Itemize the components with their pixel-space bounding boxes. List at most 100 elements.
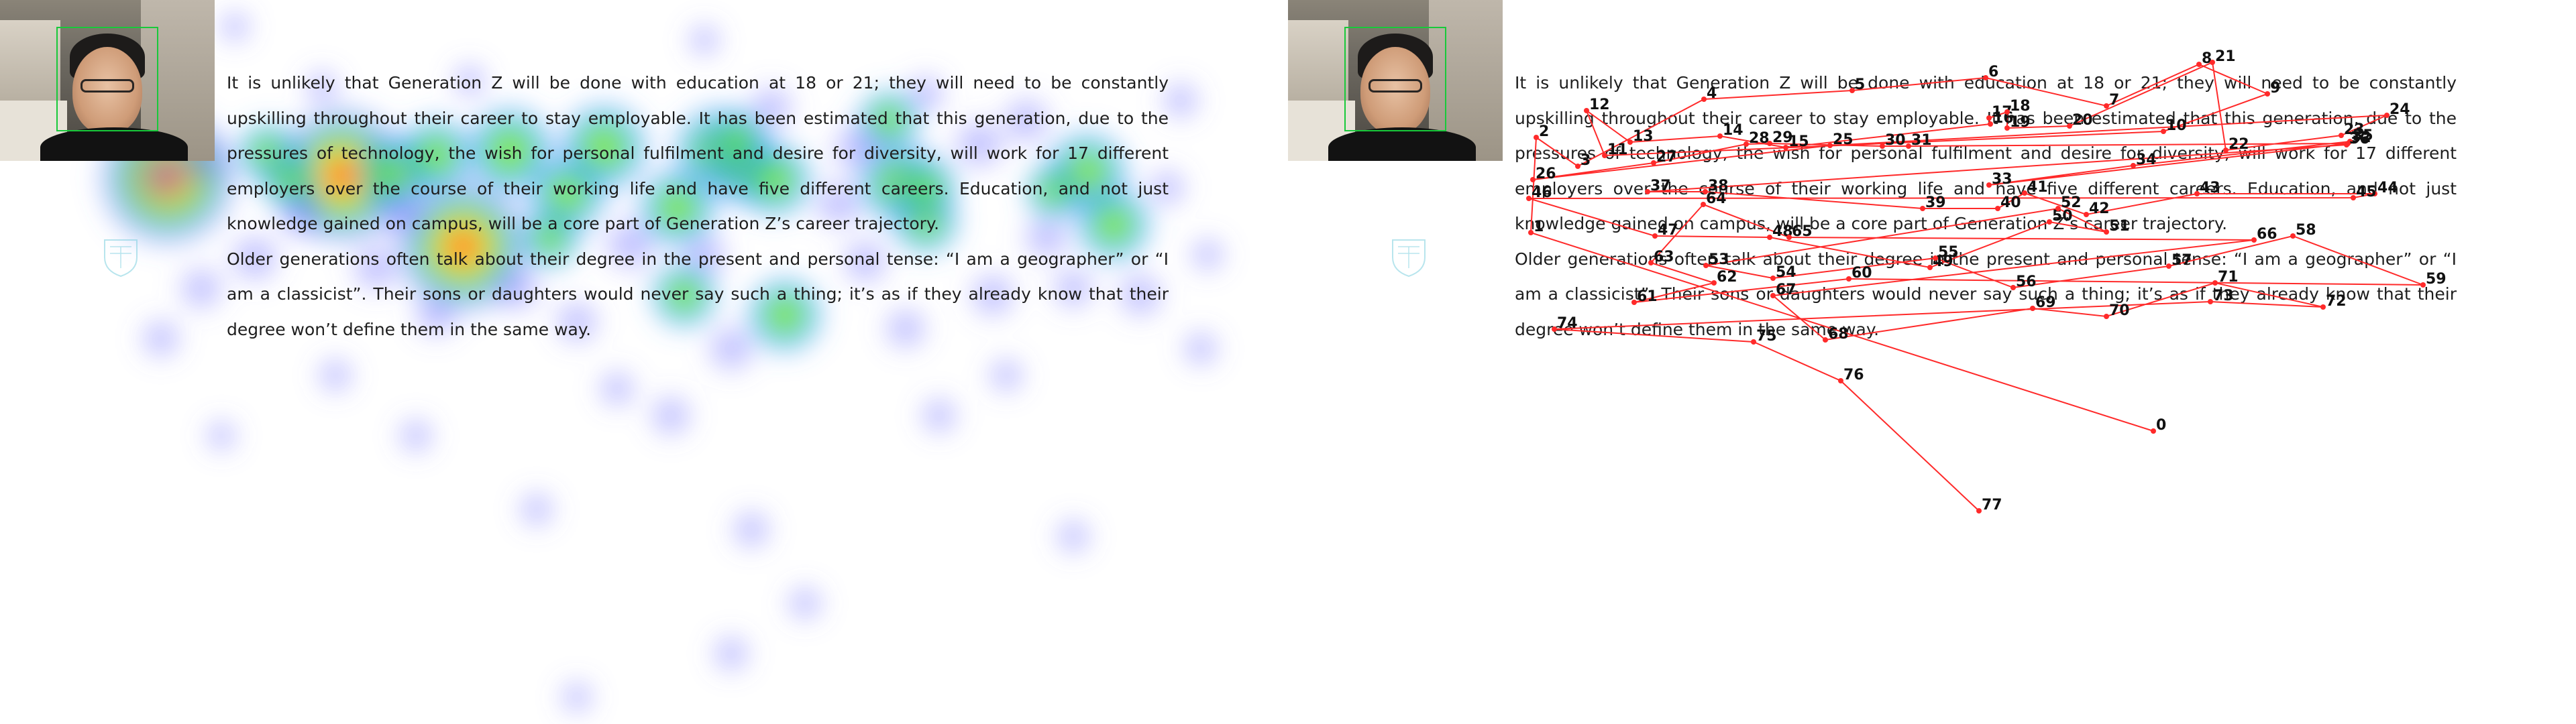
fixation-point [2104, 229, 2109, 235]
fixation-point [2055, 206, 2061, 211]
scanpath-view: It is unlikely that Generation Z will be… [1288, 0, 2576, 724]
fixation-label: 42 [2089, 200, 2110, 217]
fixation-point [2265, 91, 2270, 97]
fixation-point [1786, 235, 1792, 240]
fixation-point [1701, 202, 1706, 207]
fixation-label: 40 [2000, 194, 2021, 211]
fixation-point [2196, 62, 2202, 67]
fixation-label: 46 [1532, 184, 1552, 201]
fixation-point [2104, 103, 2109, 109]
fixation-label: 47 [1658, 222, 1678, 239]
fixation-point [1530, 177, 1536, 182]
fixation-label: 34 [2136, 152, 2157, 168]
fixation-label: 31 [1911, 132, 1932, 149]
heatmap-blob [392, 412, 439, 459]
fixation-point [1827, 143, 1833, 148]
fixation-label: 67 [1776, 282, 1796, 298]
fixation-point [2166, 263, 2171, 269]
fixation-label: 72 [2326, 293, 2347, 310]
heatmap-view: It is unlikely that Generation Z will be… [0, 0, 1288, 724]
fixation-label: 36 [2349, 131, 2370, 147]
fixation-label: 65 [1792, 223, 1813, 240]
heatmap-blob [983, 352, 1030, 399]
fixation-point [1849, 88, 1855, 93]
fixation-label: 61 [1637, 288, 1658, 305]
fixation-label: 19 [2010, 114, 2031, 131]
fixation-label: 7 [2109, 92, 2119, 109]
fixation-label: 68 [1828, 326, 1849, 343]
fixation-point [1602, 153, 1607, 158]
fixation-label: 26 [1536, 166, 1556, 182]
heatmap-blob [914, 391, 964, 440]
fixation-label: 58 [2296, 222, 2316, 239]
fixation-label: 54 [1776, 264, 1796, 281]
heatmap-blob [555, 675, 599, 719]
fixation-point [1920, 206, 1925, 211]
fixation-label: 3 [1580, 152, 1591, 169]
fixation-label: 27 [1656, 149, 1677, 166]
fixation-label: 53 [1709, 251, 1729, 268]
fixation-point [2420, 282, 2426, 288]
fixation-point [2004, 125, 2010, 131]
fixation-point [2320, 304, 2326, 310]
fixation-point [1651, 160, 1656, 166]
fixation-label: 66 [2257, 226, 2277, 243]
heatmap-blob [135, 312, 187, 365]
fixation-point [1575, 164, 1580, 169]
fixation-point [1880, 143, 1885, 149]
fixation-point [1767, 141, 1772, 146]
heatmap-blob [312, 352, 359, 399]
heatmap-blob [592, 364, 642, 414]
fixation-label: 0 [2156, 417, 2166, 434]
fixation-scanpath: 012345678910111213 141516171819 2021222324… [1526, 48, 2447, 514]
fixation-point [1933, 255, 1938, 261]
fixation-point [2131, 163, 2136, 168]
fixation-label: 5 [1855, 76, 1865, 93]
fixation-point [1648, 260, 1654, 265]
fixation-point [1846, 276, 1851, 282]
scanpath-line [1528, 61, 2424, 511]
fixation-point [2084, 212, 2089, 217]
fixation-point [1767, 235, 1772, 240]
fixation-point [1995, 206, 2000, 211]
fixation-point [1976, 508, 1982, 514]
fixation-point [2351, 195, 2356, 200]
reading-passage: It is unlikely that Generation Z will be… [227, 66, 1169, 347]
fixation-point [1526, 196, 1532, 201]
fixation-label: 10 [2166, 117, 2187, 134]
heatmap-blob [1177, 324, 1225, 373]
fixation-point [1988, 121, 1993, 127]
fixation-point [2344, 142, 2349, 147]
heatmap-blob [200, 414, 243, 457]
fixation-point [1534, 135, 1539, 140]
fixation-label: 43 [2200, 180, 2220, 196]
face-detection-box [56, 27, 158, 131]
fixation-point [2339, 133, 2344, 138]
fixation-point [1631, 300, 1637, 305]
fixation-point [1751, 339, 1756, 345]
fixation-point [1552, 326, 1557, 332]
fixation-point [2194, 191, 2200, 196]
paragraph: It is unlikely that Generation Z will be… [227, 73, 1169, 233]
fixation-point [1743, 141, 1749, 147]
heatmap-blob [782, 580, 828, 627]
fixation-label: 20 [2072, 112, 2093, 129]
fixation-label: 70 [2109, 302, 2130, 319]
fixation-label: 6 [1988, 64, 1998, 80]
fixation-label: 11 [1607, 141, 1628, 158]
fixation-label: 30 [1885, 132, 1906, 149]
heatmap-blob [725, 503, 777, 556]
heatmap-blob [1050, 513, 1097, 560]
fixation-label: 21 [2215, 48, 2236, 65]
fixation-point [1986, 115, 1992, 121]
fixation-label: 33 [1992, 171, 2012, 188]
fixation-point [2047, 219, 2052, 225]
fixation-point [1528, 230, 1534, 235]
fixation-point [2104, 314, 2109, 319]
heatmap-blob [1185, 232, 1230, 278]
fixation-label: 71 [2218, 269, 2239, 286]
fixation-label: 52 [2061, 194, 2082, 211]
fixation-label: 64 [1706, 190, 1727, 207]
heatmap-blob [213, 5, 256, 48]
fixation-label: 4 [1707, 85, 1717, 102]
